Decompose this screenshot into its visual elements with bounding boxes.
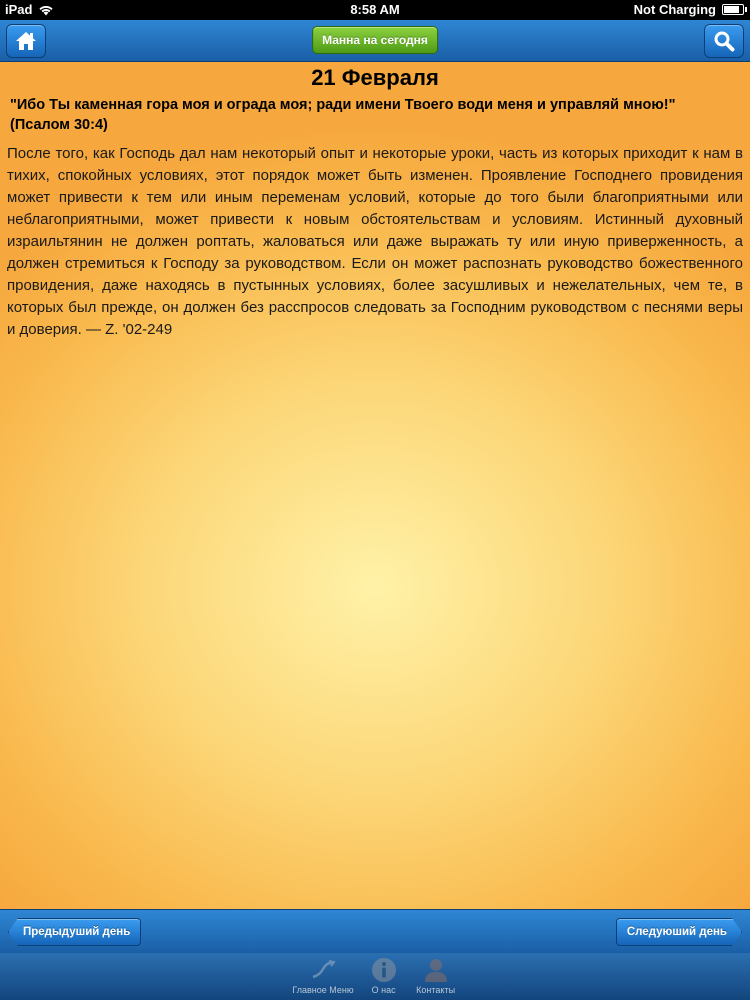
tab-label: Главное Меню (292, 985, 354, 995)
search-icon (714, 31, 735, 52)
home-icon (16, 32, 36, 50)
tab-main-menu[interactable]: Главное Меню (292, 957, 354, 995)
status-right: Not Charging (633, 2, 747, 17)
search-button[interactable] (704, 24, 744, 58)
top-nav-bar: Манна на сегодня (0, 20, 750, 62)
devotional-body: После того, как Господь дал нам некоторы… (7, 145, 743, 338)
app-screen: iPad 8:58 AM Not Charging Манна на сегод… (0, 0, 750, 1000)
info-icon (370, 957, 398, 983)
next-day-button[interactable]: Следуюший день (616, 918, 742, 946)
battery-icon (722, 4, 747, 15)
tab-label: О нас (371, 985, 396, 995)
main-menu-icon (309, 957, 337, 983)
verse-reference: (Псалом 30:4) (10, 117, 108, 133)
contacts-icon (422, 957, 450, 983)
charging-status: Not Charging (633, 2, 716, 17)
tab-contacts[interactable]: Контакты (414, 957, 458, 995)
previous-day-button[interactable]: Предыдуший день (8, 918, 142, 946)
today-manna-button[interactable]: Манна на сегодня (312, 26, 438, 54)
status-bar: iPad 8:58 AM Not Charging (0, 0, 750, 20)
tab-about[interactable]: О нас (362, 957, 406, 995)
verse-block: "Ибо Ты каменная гора моя и ограда моя; … (7, 95, 743, 135)
battery-level (724, 6, 739, 13)
verse-text: "Ибо Ты каменная гора моя и ограда моя; … (10, 97, 676, 113)
home-button[interactable] (6, 24, 46, 58)
day-nav-bar: Предыдуший день Следуюший день (0, 909, 750, 953)
tab-label: Контакты (416, 985, 456, 995)
tab-group: Главное Меню О нас Контакты (0, 957, 750, 995)
page-title: 21 Февраля (311, 65, 439, 90)
tab-bar: Главное Меню О нас Контакты (0, 953, 750, 1000)
devotional-content: 21 Февраля "Ибо Ты каменная гора моя и о… (0, 62, 750, 909)
